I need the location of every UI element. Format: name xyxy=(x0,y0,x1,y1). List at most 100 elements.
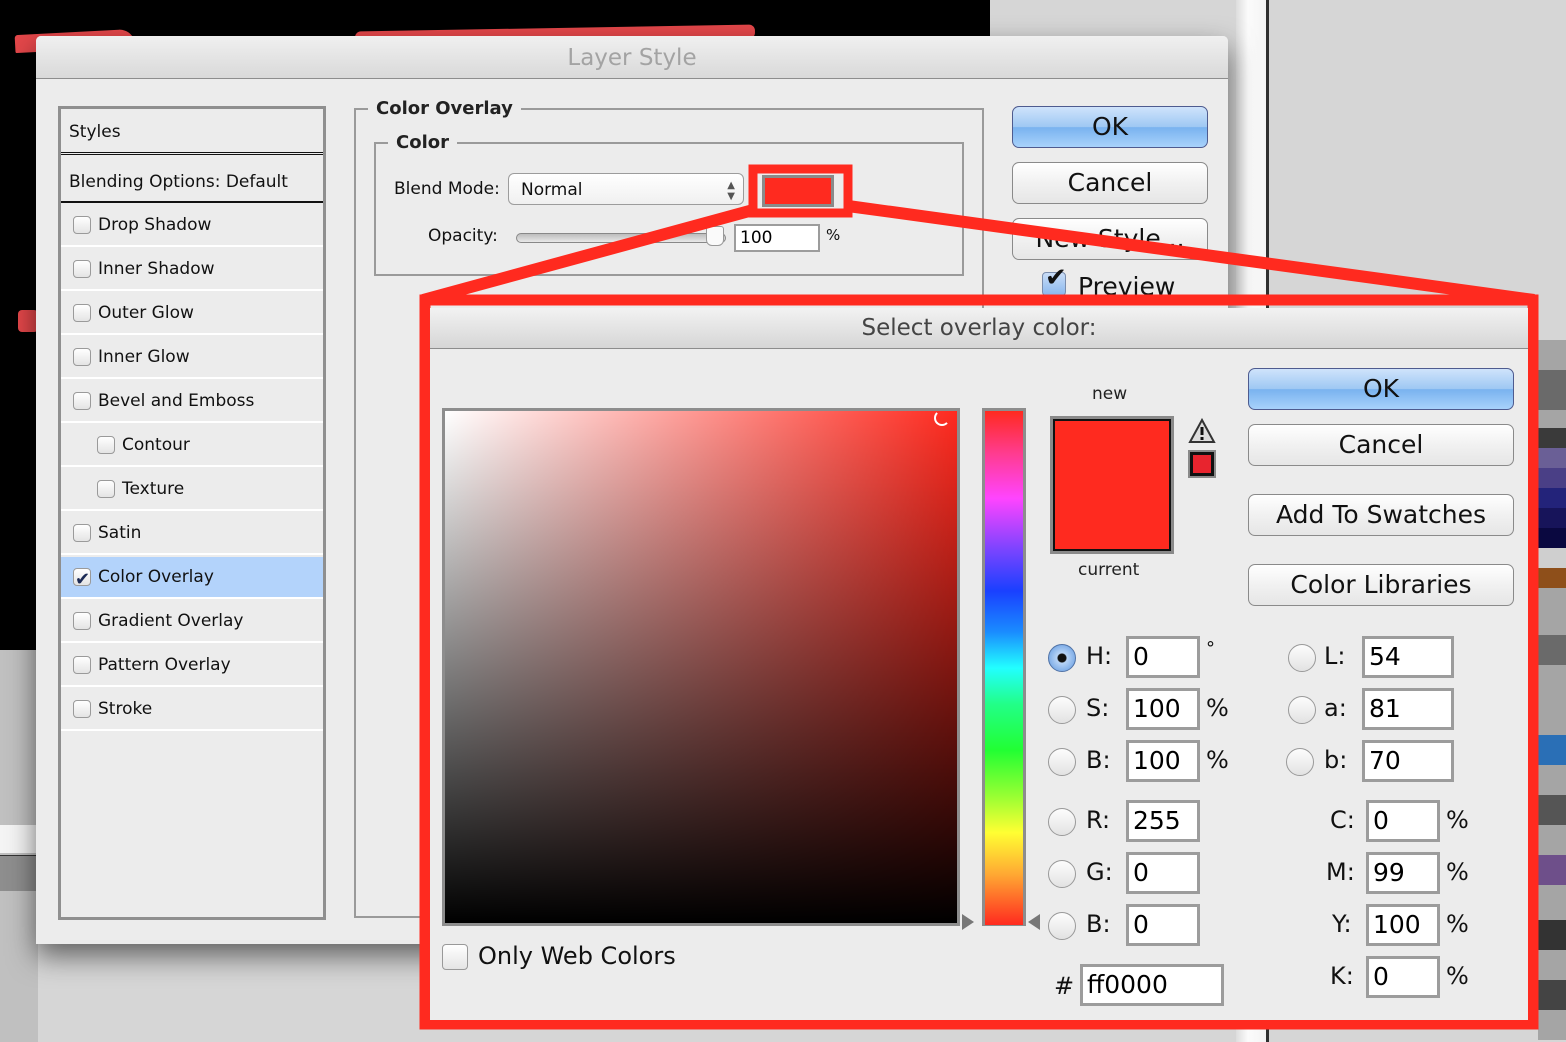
style-item-outer-glow[interactable]: Outer Glow xyxy=(61,293,323,335)
hue-slider-arrow-left[interactable] xyxy=(962,914,974,930)
style-preset[interactable] xyxy=(1538,920,1566,950)
style-item-inner-shadow[interactable]: Inner Shadow xyxy=(61,249,323,291)
lab-b-field[interactable]: 70 xyxy=(1362,740,1454,782)
swatch[interactable] xyxy=(1538,508,1566,528)
background-scrollbar xyxy=(0,825,38,853)
saturation-radio[interactable] xyxy=(1048,696,1076,724)
saturation-brightness-field[interactable] xyxy=(442,408,960,926)
cancel-button[interactable]: Cancel xyxy=(1012,162,1208,204)
red-label: R: xyxy=(1086,806,1111,834)
red-field[interactable]: 255 xyxy=(1126,800,1200,842)
ok-button[interactable]: OK xyxy=(1012,106,1208,148)
hue-field[interactable]: 0 xyxy=(1126,636,1200,678)
style-checkbox[interactable] xyxy=(73,700,91,718)
style-item-label: Inner Shadow xyxy=(98,259,215,279)
style-item-color-overlay[interactable]: Color Overlay xyxy=(61,557,323,601)
style-preset[interactable] xyxy=(1538,735,1566,765)
updown-arrows-icon: ▲ ▼ xyxy=(727,180,735,202)
new-color-swatch xyxy=(1050,416,1174,554)
style-preset[interactable] xyxy=(1538,795,1566,825)
style-item-label: Contour xyxy=(122,435,190,455)
style-checkbox[interactable] xyxy=(73,559,91,601)
black-field[interactable]: 0 xyxy=(1366,956,1440,998)
swatch[interactable] xyxy=(1538,468,1566,488)
hue-slider-arrow-right[interactable] xyxy=(1028,914,1040,930)
blend-mode-select[interactable]: Normal ▲ ▼ xyxy=(508,173,744,205)
opacity-slider[interactable] xyxy=(516,233,726,243)
style-checkbox[interactable] xyxy=(97,436,115,454)
picker-title: Select overlay color: xyxy=(430,308,1528,349)
style-item-inner-glow[interactable]: Inner Glow xyxy=(61,337,323,379)
hue-radio[interactable] xyxy=(1048,644,1076,672)
magenta-field[interactable]: 99 xyxy=(1366,852,1440,894)
add-to-swatches-button[interactable]: Add To Swatches xyxy=(1248,494,1514,536)
style-item-bevel-and-emboss[interactable]: Bevel and Emboss xyxy=(61,381,323,423)
picker-ok-button[interactable]: OK xyxy=(1248,368,1514,410)
swatch[interactable] xyxy=(1538,568,1566,588)
style-item-contour[interactable]: Contour xyxy=(61,425,323,467)
style-item-stroke[interactable]: Stroke xyxy=(61,689,323,731)
lab-l-field[interactable]: 54 xyxy=(1362,636,1454,678)
lab-l-radio[interactable] xyxy=(1288,644,1316,672)
style-checkbox[interactable] xyxy=(73,304,91,322)
lab-a-field[interactable]: 81 xyxy=(1362,688,1454,730)
color-picker-dialog: Select overlay color: Only Web Colors ne… xyxy=(430,308,1528,1020)
saturation-label: S: xyxy=(1086,694,1110,722)
green-radio[interactable] xyxy=(1048,860,1076,888)
brightness-field[interactable]: 100 xyxy=(1126,740,1200,782)
style-checkbox[interactable] xyxy=(73,524,91,542)
hex-field[interactable]: ff0000 xyxy=(1080,964,1224,1006)
style-item-gradient-overlay[interactable]: Gradient Overlay xyxy=(61,601,323,643)
style-item-satin[interactable]: Satin xyxy=(61,513,323,555)
style-checkbox[interactable] xyxy=(97,480,115,498)
saturation-field[interactable]: 100 xyxy=(1126,688,1200,730)
picker-cancel-button[interactable]: Cancel xyxy=(1248,424,1514,466)
style-checkbox[interactable] xyxy=(73,656,91,674)
style-checkbox[interactable] xyxy=(73,612,91,630)
blue-radio[interactable] xyxy=(1048,912,1076,940)
color-libraries-button[interactable]: Color Libraries xyxy=(1248,564,1514,606)
new-style-button[interactable]: New Style... xyxy=(1012,218,1208,260)
current-label: current xyxy=(1078,560,1140,580)
style-item-label: Drop Shadow xyxy=(98,215,212,235)
preview-checkbox[interactable] xyxy=(1042,263,1067,296)
swatch[interactable] xyxy=(1538,548,1566,568)
only-web-colors-checkbox[interactable] xyxy=(442,944,468,970)
swatch[interactable] xyxy=(1538,488,1566,508)
opacity-slider-handle[interactable] xyxy=(706,226,724,246)
blending-options-item[interactable]: Blending Options: Default xyxy=(61,161,323,203)
gamut-correction-swatch[interactable] xyxy=(1188,450,1216,478)
style-checkbox[interactable] xyxy=(73,216,91,234)
style-preset[interactable] xyxy=(1538,855,1566,885)
lab-a-radio[interactable] xyxy=(1288,696,1316,724)
green-field[interactable]: 0 xyxy=(1126,852,1200,894)
lab-b-radio[interactable] xyxy=(1286,748,1314,776)
brightness-radio[interactable] xyxy=(1048,748,1076,776)
new-label: new xyxy=(1092,384,1128,404)
blend-mode-value: Normal xyxy=(521,180,583,200)
style-item-label: Bevel and Emboss xyxy=(98,391,255,411)
swatch[interactable] xyxy=(1538,428,1566,448)
swatch[interactable] xyxy=(1538,448,1566,468)
color-selector-marker[interactable] xyxy=(934,410,950,426)
style-item-label: Texture xyxy=(122,479,185,499)
styles-header[interactable]: Styles xyxy=(61,109,323,155)
style-item-drop-shadow[interactable]: Drop Shadow xyxy=(61,205,323,247)
style-preset[interactable] xyxy=(1538,980,1566,1010)
opacity-field[interactable]: 100 xyxy=(734,224,820,252)
style-checkbox[interactable] xyxy=(73,392,91,410)
red-radio[interactable] xyxy=(1048,808,1076,836)
swatch[interactable] xyxy=(1538,528,1566,548)
style-item-texture[interactable]: Texture xyxy=(61,469,323,511)
saturation-unit: % xyxy=(1206,694,1229,722)
style-checkbox[interactable] xyxy=(73,260,91,278)
hue-slider[interactable] xyxy=(982,408,1026,926)
overlay-color-swatch[interactable] xyxy=(762,175,834,207)
yellow-field[interactable]: 100 xyxy=(1366,904,1440,946)
blue-field[interactable]: 0 xyxy=(1126,904,1200,946)
style-checkbox[interactable] xyxy=(73,348,91,366)
cyan-field[interactable]: 0 xyxy=(1366,800,1440,842)
style-item-label: Outer Glow xyxy=(98,303,194,323)
style-item-pattern-overlay[interactable]: Pattern Overlay xyxy=(61,645,323,687)
out-of-gamut-warning-icon[interactable] xyxy=(1188,418,1216,444)
